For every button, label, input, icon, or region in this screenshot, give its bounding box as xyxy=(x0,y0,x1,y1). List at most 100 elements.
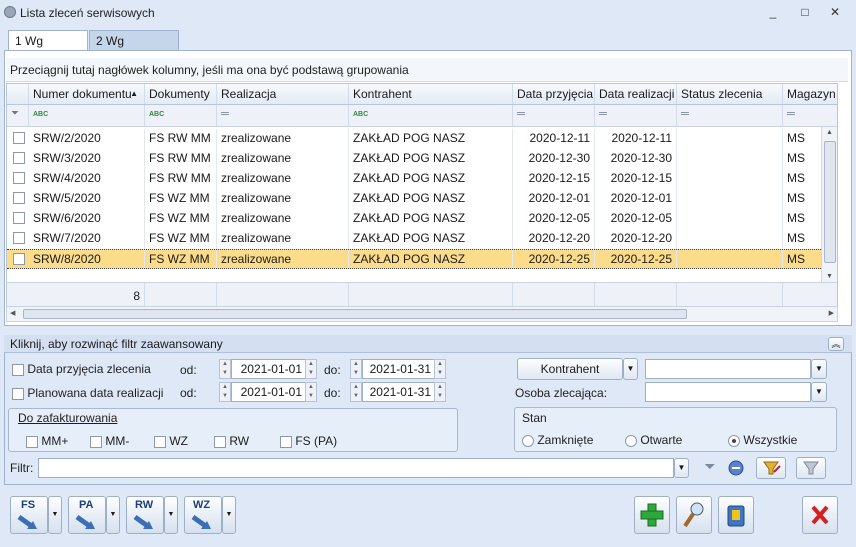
planned-date-checkbox[interactable] xyxy=(12,387,24,400)
col-header-status[interactable]: Status zlecenia xyxy=(677,84,783,104)
filter-contractor[interactable]: ABC xyxy=(349,105,513,126)
col-header-documents[interactable]: Dokumenty xyxy=(145,84,217,104)
table-row[interactable]: SRW/7/2020 FS WZ MM zrealizowane ZAKŁAD POG… xyxy=(7,229,823,249)
row-checkbox[interactable] xyxy=(13,253,25,265)
filter-status[interactable]: ═ xyxy=(677,105,783,126)
plus-icon xyxy=(640,503,664,527)
wz-button[interactable]: WZ xyxy=(184,496,222,534)
date-to-1-spin[interactable]: ▲ ▼ xyxy=(434,359,446,379)
ordering-person-dropdown[interactable]: ▼ xyxy=(811,382,827,402)
filter-input[interactable] xyxy=(38,458,674,478)
filter-warehouse[interactable]: ═ xyxy=(783,105,837,126)
tab-by-number[interactable]: 1 Wg numeru xyxy=(8,30,88,62)
vertical-scrollbar[interactable]: ▲ ▼ xyxy=(821,127,837,282)
group-by-hint[interactable]: Przeciągnij tutaj nagłówek kolumny, jeśl… xyxy=(6,58,848,82)
row-checkbox[interactable] xyxy=(13,132,25,144)
date-to-2-spin[interactable]: ▲ ▼ xyxy=(434,382,446,402)
filter-builder-button[interactable] xyxy=(756,457,786,479)
to-invoice-mm-plus[interactable]: MM+ xyxy=(26,434,68,448)
date-to-1-prev[interactable]: ▲ ▼ xyxy=(350,359,362,379)
scroll-right-icon[interactable]: ▶ xyxy=(829,309,834,317)
col-header-realization[interactable]: Realizacja xyxy=(217,84,349,104)
to-invoice-mm-minus[interactable]: MM- xyxy=(90,434,129,448)
pa-button[interactable]: PA xyxy=(68,496,106,534)
clear-filter-button[interactable] xyxy=(796,457,826,479)
to-invoice-rw[interactable]: RW xyxy=(214,434,249,448)
vertical-scroll-thumb[interactable] xyxy=(824,141,836,263)
table-row[interactable]: SRW/6/2020 FS WZ MM zrealizowane ZAKŁAD POG… xyxy=(7,209,823,229)
date-from-2-spin[interactable]: ▲ ▼ xyxy=(305,382,317,402)
filter-date-realization[interactable]: ═ xyxy=(595,105,677,126)
rw-button[interactable]: RW xyxy=(126,496,164,534)
row-checkbox[interactable] xyxy=(13,172,25,184)
double-chevron-up-icon: ︽ xyxy=(831,339,841,349)
table-row[interactable]: SRW/4/2020 FS RW MM zrealizowane ZAKŁAD POG… xyxy=(7,169,823,189)
date-from-2-prev[interactable]: ▲ ▼ xyxy=(219,382,231,402)
tab-by-attributes[interactable]: 2 Wg atrybutów xyxy=(89,30,179,62)
table-row[interactable]: SRW/8/2020 FS WZ MM zrealizowane ZAKŁAD POG… xyxy=(7,249,823,269)
filter-date-received[interactable]: ═ xyxy=(513,105,595,126)
row-checkbox[interactable] xyxy=(13,152,25,164)
planned-date-toggle[interactable]: Planowana data realizacji xyxy=(12,386,163,400)
date-received-checkbox[interactable] xyxy=(12,363,24,376)
filter-documents[interactable]: ABC xyxy=(145,105,217,126)
delete-button[interactable] xyxy=(718,496,754,534)
to-invoice-fs-pa[interactable]: FS (PA) xyxy=(280,434,337,448)
contractor-dropdown[interactable]: ▼ xyxy=(623,358,638,380)
select-all-header[interactable] xyxy=(7,84,29,104)
date-from-1-spin[interactable]: ▲ ▼ xyxy=(305,359,317,379)
scroll-down-icon[interactable]: ▼ xyxy=(826,273,833,280)
contractor-input[interactable] xyxy=(645,359,811,379)
filter-realization[interactable]: ═ xyxy=(217,105,349,126)
add-button[interactable] xyxy=(634,496,670,534)
date-from-2-input[interactable]: 2021-01-01 xyxy=(231,382,307,402)
horizontal-scrollbar[interactable]: ◀ ▶ xyxy=(6,306,838,322)
close-button[interactable] xyxy=(802,496,838,534)
contractor-button[interactable]: Kontrahent xyxy=(517,358,623,380)
scroll-left-icon[interactable]: ◀ xyxy=(10,309,15,317)
cell-warehouse: MS xyxy=(783,189,823,209)
date-from-1-prev[interactable]: ▲ ▼ xyxy=(219,359,231,379)
filter-number[interactable]: ABC xyxy=(29,105,145,126)
state-all-radio[interactable]: Wszystkie xyxy=(728,433,797,447)
col-header-warehouse[interactable]: Magazyn xyxy=(783,84,837,104)
rw-dropdown[interactable]: ▼ xyxy=(164,496,178,534)
date-to-1-input[interactable]: 2021-01-31 xyxy=(362,359,436,379)
minimize-button[interactable]: _ xyxy=(764,4,782,20)
horizontal-scroll-thumb[interactable] xyxy=(23,309,687,319)
fs-dropdown[interactable]: ▼ xyxy=(48,496,62,534)
table-row[interactable]: SRW/3/2020 FS RW MM zrealizowane ZAKŁAD POG… xyxy=(7,149,823,169)
row-checkbox[interactable] xyxy=(13,212,25,224)
date-from-1-input[interactable]: 2021-01-01 xyxy=(231,359,307,379)
edit-button[interactable] xyxy=(676,496,712,534)
state-closed-radio[interactable]: Zamknięte xyxy=(522,433,593,447)
filter-funnel-icon[interactable]: ⏷ xyxy=(7,105,29,126)
row-checkbox[interactable] xyxy=(13,192,25,204)
to-invoice-wz[interactable]: WZ xyxy=(154,434,188,448)
wz-dropdown[interactable]: ▼ xyxy=(222,496,236,534)
date-to-2-input[interactable]: 2021-01-31 xyxy=(362,382,436,402)
pa-dropdown[interactable]: ▼ xyxy=(106,496,120,534)
table-row[interactable]: SRW/2/2020 FS RW MM zrealizowane ZAKŁAD POG… xyxy=(7,129,823,149)
ordering-person-input[interactable] xyxy=(645,382,811,402)
funnel-icon[interactable]: ⏷ xyxy=(698,458,722,478)
table-row[interactable]: SRW/5/2020 FS WZ MM zrealizowane ZAKŁAD POG… xyxy=(7,189,823,209)
date-received-toggle[interactable]: Data przyjęcia zlecenia xyxy=(12,362,151,376)
col-header-number[interactable]: Numer dokumentu ▲ xyxy=(29,84,145,104)
advanced-filter-header[interactable]: Kliknij, aby rozwinąć filtr zaawansowany xyxy=(4,335,852,353)
state-open-radio[interactable]: Otwarte xyxy=(625,433,682,447)
row-checkbox[interactable] xyxy=(13,232,25,244)
scroll-up-icon[interactable]: ▲ xyxy=(826,129,833,136)
filter-dropdown[interactable]: ▼ xyxy=(674,458,689,478)
fs-button[interactable]: FS xyxy=(10,496,48,534)
col-header-contractor[interactable]: Kontrahent xyxy=(349,84,513,104)
maximize-button[interactable]: □ xyxy=(796,4,814,20)
close-window-button[interactable]: ✕ xyxy=(826,4,844,20)
collapse-filter-button[interactable]: ︽ xyxy=(828,337,844,351)
contractor-input-dropdown[interactable]: ▼ xyxy=(811,359,827,379)
cell-documents: FS RW MM xyxy=(145,129,217,149)
date-to-2-prev[interactable]: ▲ ▼ xyxy=(350,382,362,402)
col-header-date-received[interactable]: Data przyjęcia xyxy=(513,84,595,104)
apply-filter-button[interactable] xyxy=(724,458,748,478)
col-header-date-realization[interactable]: Data realizacji xyxy=(595,84,677,104)
